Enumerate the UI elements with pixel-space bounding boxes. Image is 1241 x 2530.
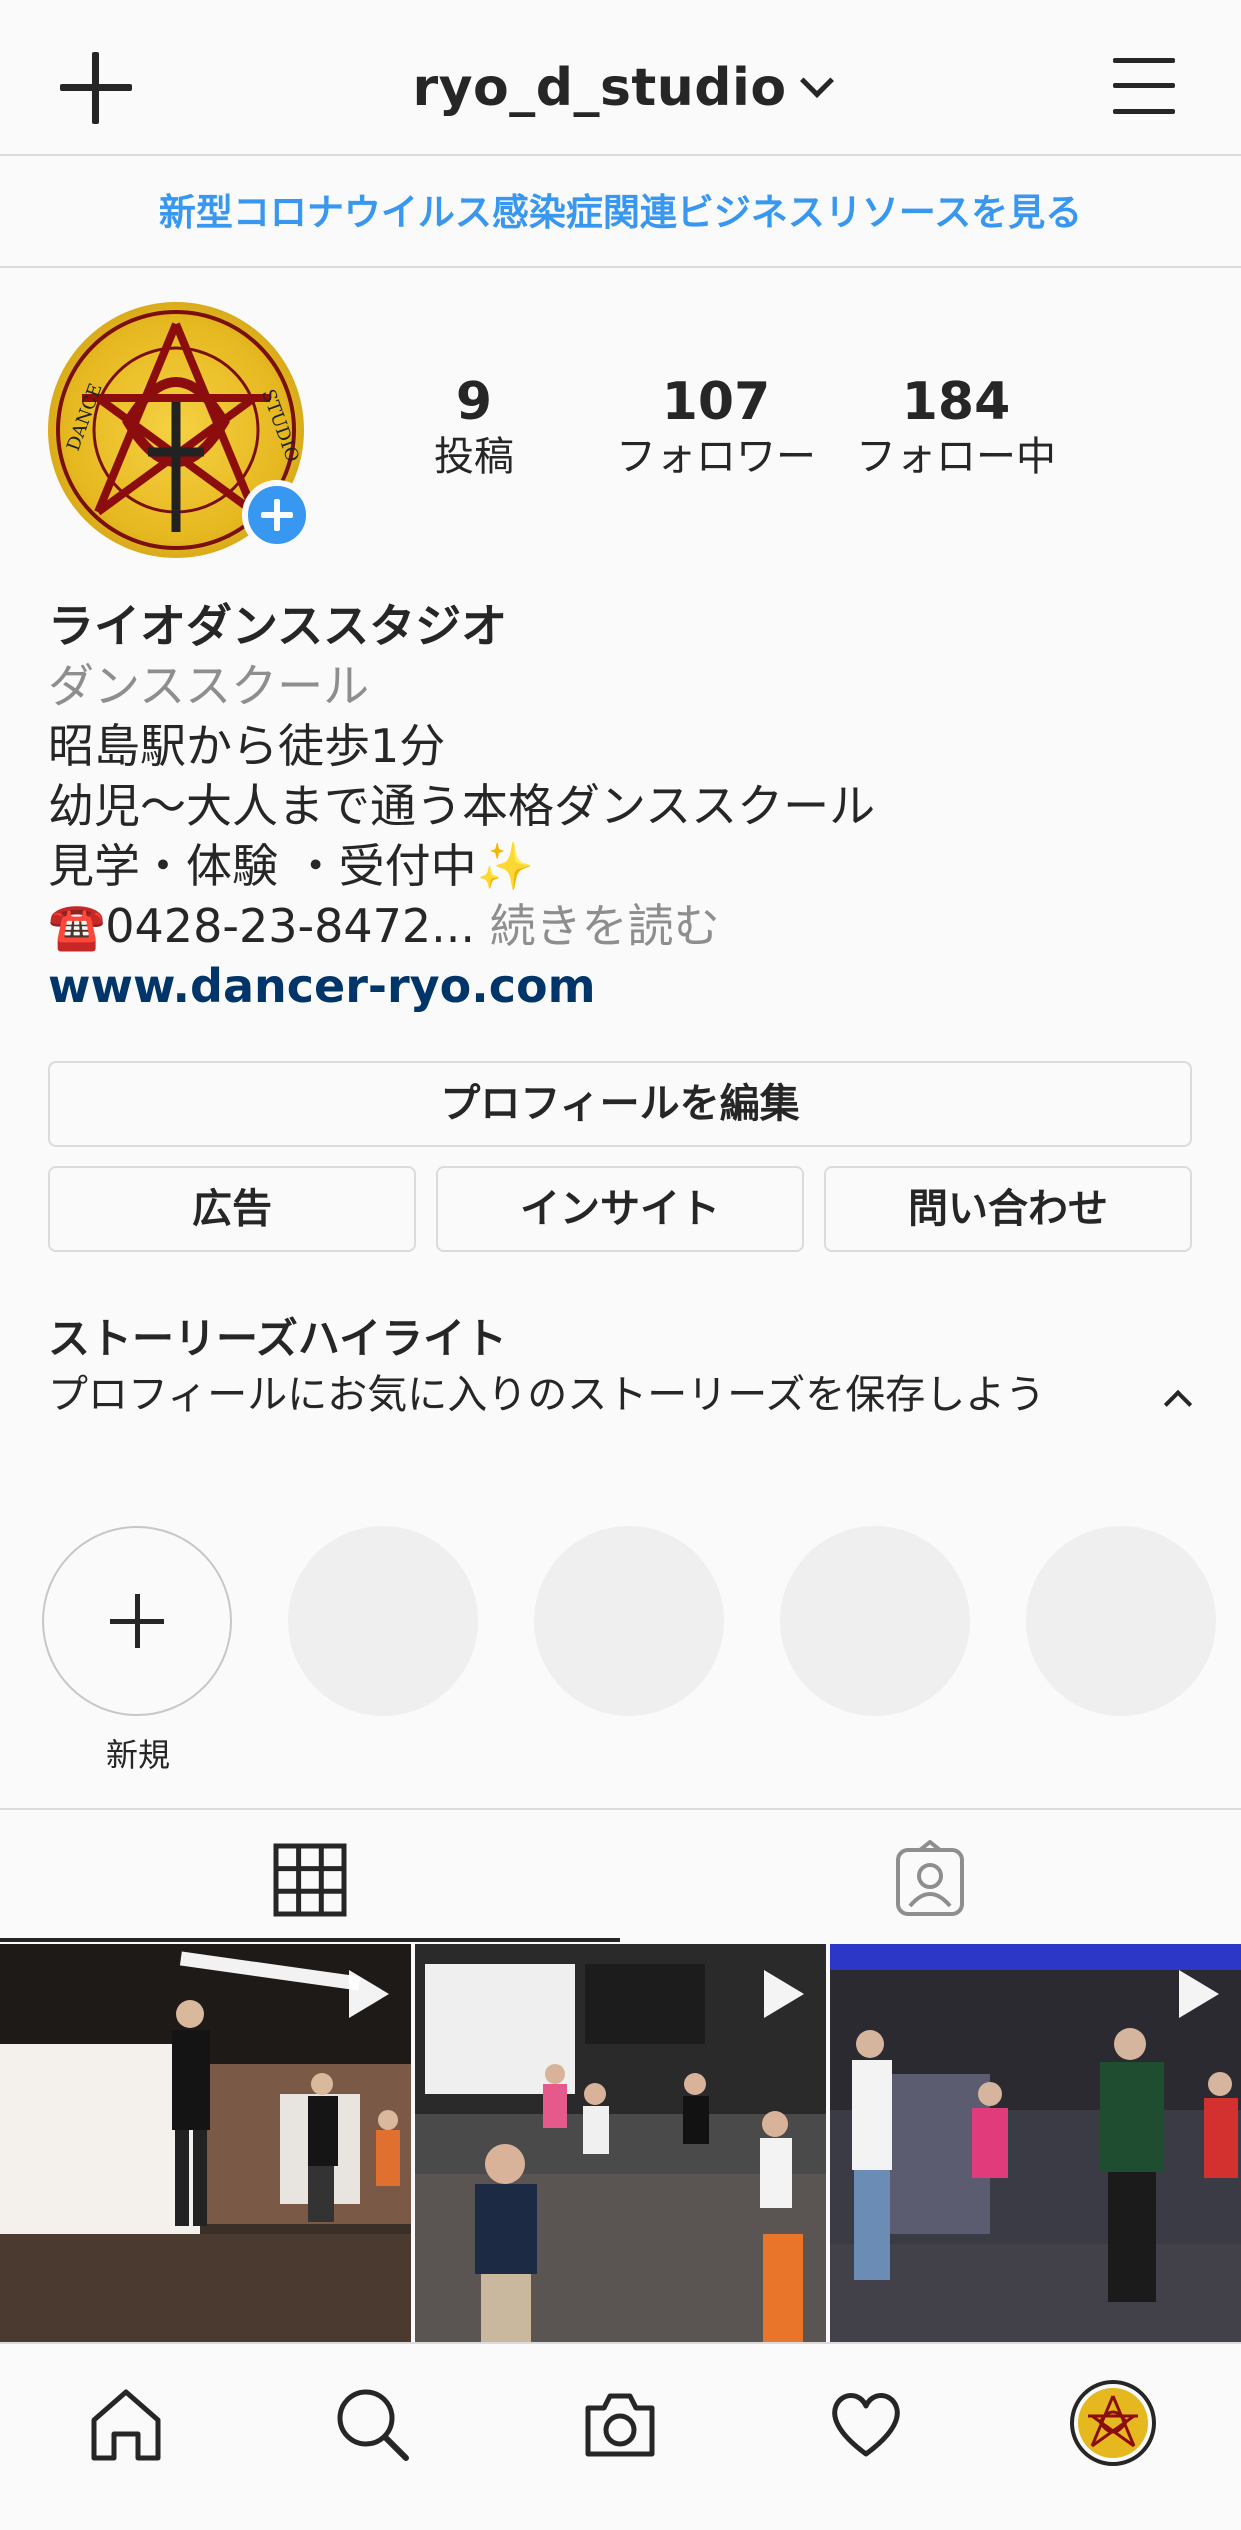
highlight-placeholder	[288, 1526, 478, 1716]
svg-text:DANCE: DANCE	[63, 381, 107, 454]
bottom-nav	[0, 2342, 1241, 2530]
highlight-placeholder	[1026, 1526, 1216, 1716]
following-count: 184	[901, 372, 1011, 432]
highlight-placeholder	[534, 1526, 724, 1716]
home-icon[interactable]	[86, 2384, 166, 2464]
stat-posts[interactable]: 9 投稿	[394, 372, 554, 482]
posts-grid	[0, 1944, 1241, 2342]
search-icon[interactable]	[332, 2384, 412, 2464]
account-switcher[interactable]: ryo_d_studio	[0, 58, 1241, 118]
new-highlight-label: 新規	[105, 1736, 170, 1774]
contact-button[interactable]: 問い合わせ	[824, 1166, 1192, 1252]
stat-followers[interactable]: 107 フォロワー	[600, 372, 832, 482]
phone-text: ☎️0428-23-8472...	[48, 899, 476, 953]
followers-label: フォロワー	[616, 434, 816, 480]
read-more-link[interactable]: 続きを読む	[490, 899, 720, 953]
profile-name: ライオダンススタジオ	[48, 599, 508, 653]
chevron-down-icon	[799, 64, 834, 98]
profile-category: ダンススクール	[48, 659, 370, 713]
tagged-tab-icon[interactable]	[890, 1839, 970, 1920]
post-thumbnail[interactable]	[830, 1944, 1241, 2342]
edit-profile-button[interactable]: プロフィールを編集	[48, 1061, 1192, 1147]
profile-bio: ライオダンススタジオ ダンススクール 昭島駅から徒歩1分 幼児〜大人まで通う本格…	[48, 596, 1198, 1016]
followers-count: 107	[661, 372, 771, 432]
video-icon	[349, 1970, 389, 2018]
stat-following[interactable]: 184 フォロー中	[842, 372, 1070, 482]
post-thumbnail[interactable]	[415, 1944, 826, 2342]
highlight-placeholder	[780, 1526, 970, 1716]
chevron-up-icon[interactable]	[1163, 1389, 1193, 1419]
bio-line: 幼児〜大人まで通う本格ダンススクール	[48, 779, 876, 833]
username-label: ryo_d_studio	[412, 58, 787, 118]
profile-tabs	[0, 1808, 1241, 1942]
posts-count: 9	[455, 372, 493, 432]
ads-button[interactable]: 広告	[48, 1166, 416, 1252]
following-label: フォロー中	[856, 434, 1056, 480]
insights-button[interactable]: インサイト	[436, 1166, 804, 1252]
video-icon	[1179, 1970, 1219, 2018]
new-highlight-button[interactable]	[42, 1526, 232, 1716]
camera-icon[interactable]	[580, 2384, 660, 2464]
bio-line: 見学・体験 ・受付中✨	[48, 839, 534, 893]
covid-resources-link[interactable]: 新型コロナウイルス感染症関連ビジネスリソースを見る	[0, 158, 1241, 268]
heart-icon[interactable]	[826, 2384, 906, 2464]
profile-tab-avatar[interactable]	[1070, 2380, 1156, 2466]
video-icon	[764, 1970, 804, 2018]
add-story-button[interactable]	[242, 480, 312, 550]
posts-label: 投稿	[434, 434, 514, 480]
svg-text:STUDIO: STUDIO	[257, 387, 303, 465]
bio-line-phone: ☎️0428-23-8472... 続きを読む	[48, 896, 1198, 956]
website-link[interactable]: www.dancer-ryo.com	[48, 956, 1198, 1016]
post-thumbnail[interactable]	[0, 1944, 411, 2342]
menu-icon[interactable]	[1113, 58, 1175, 114]
highlights-title: ストーリーズハイライト	[48, 1314, 508, 1363]
top-bar: ryo_d_studio	[0, 0, 1241, 156]
highlights-subtitle: プロフィールにお気に入りのストーリーズを保存しよう	[48, 1372, 1046, 1418]
active-tab-indicator	[0, 1938, 620, 1942]
bio-line: 昭島駅から徒歩1分	[48, 719, 446, 773]
grid-tab-icon[interactable]	[270, 1840, 350, 1920]
